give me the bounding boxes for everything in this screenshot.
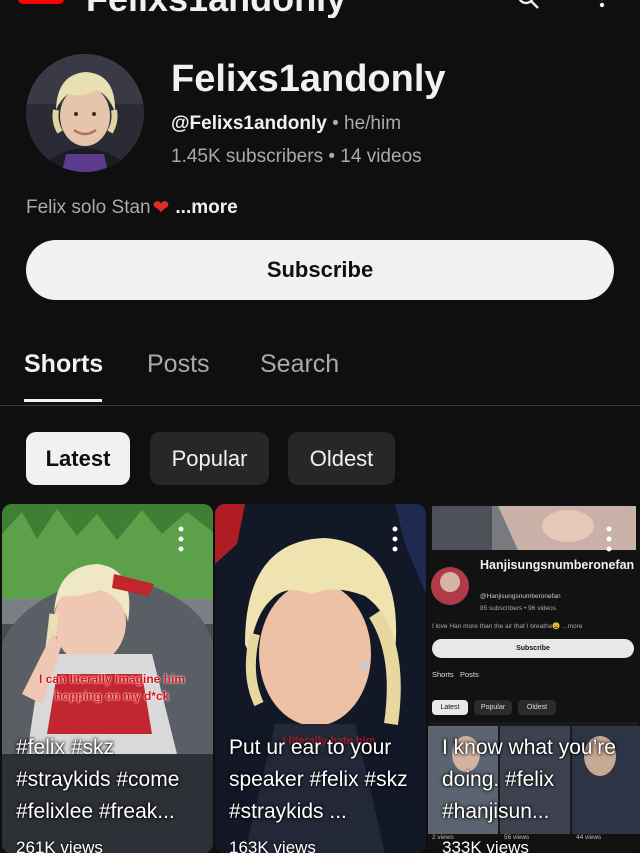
app-bar-title: Felixs1andonly (86, 0, 346, 18)
tab-search[interactable]: Search (260, 350, 339, 379)
channel-avatar[interactable] (26, 54, 144, 172)
subscriber-count: 1.45K subscribers (171, 146, 324, 167)
more-options-icon[interactable] (606, 526, 612, 552)
search-icon[interactable] (516, 0, 540, 10)
embedded-channel-stats: 85 subscribers • 96 videos (480, 605, 556, 612)
video-overlay-text: I can literally imagine him hopping on m… (38, 672, 186, 703)
short-views: 163K views (229, 838, 316, 853)
short-card[interactable]: Hanjisungsnumberonefan @Hanjisungsnumber… (428, 504, 640, 853)
short-views: 333K views (442, 838, 529, 853)
short-title: I know what you’re doing. #felix #hanjis… (442, 736, 616, 823)
youtube-logo-icon[interactable] (18, 0, 64, 4)
embedded-views: 44 views (576, 834, 602, 841)
short-card[interactable]: I literally hate him Put ur ear to your … (215, 504, 426, 853)
more-options-icon[interactable] (590, 0, 614, 10)
subscribe-button[interactable]: Subscribe (26, 240, 614, 300)
channel-pronouns: he/him (344, 113, 402, 134)
top-app-bar: Felixs1andonly (0, 0, 640, 18)
channel-handle: @Felixs1andonly (171, 113, 327, 134)
more-link[interactable]: ...more (175, 197, 237, 219)
video-count: 14 videos (340, 146, 422, 167)
short-views: 261K views (16, 838, 103, 853)
embedded-channel-bio: I love Han more than the air that I brea… (432, 623, 583, 630)
separator-dot: • (332, 113, 339, 134)
selected-tab-indicator (24, 399, 102, 402)
short-card[interactable]: I can literally imagine him hopping on m… (2, 504, 213, 853)
short-title: #felix #skz #straykids #come #felixlee #… (16, 736, 180, 823)
chip-oldest[interactable]: Oldest (288, 432, 395, 485)
channel-description[interactable]: Felix solo Stan ❤ ...more (26, 195, 238, 220)
channel-handle-line: @Felixs1andonly • he/him (171, 113, 401, 135)
heart-icon: ❤ (152, 197, 170, 219)
channel-stats: 1.45K subscribers • 14 videos (171, 146, 422, 168)
tab-shorts[interactable]: Shorts (24, 350, 103, 379)
more-options-icon[interactable] (178, 526, 184, 552)
more-options-icon[interactable] (392, 526, 398, 552)
embedded-tab-shorts: Shorts (432, 670, 454, 679)
embedded-chip-popular: Popular (474, 700, 512, 715)
tabs-divider (0, 405, 640, 406)
embedded-channel-handle: @Hanjisungsnumberonefan (480, 593, 561, 600)
embedded-chip-latest: Latest (432, 700, 468, 715)
embedded-subscribe-button: Subscribe (432, 639, 634, 658)
channel-name: Felixs1andonly (171, 58, 446, 100)
chip-latest[interactable]: Latest (26, 432, 130, 485)
tab-posts[interactable]: Posts (147, 350, 210, 379)
channel-bio: Felix solo Stan (26, 196, 151, 218)
embedded-channel-name: Hanjisungsnumberonefan (480, 558, 635, 572)
embedded-tab-posts: Posts (460, 670, 479, 679)
embedded-chip-oldest: Oldest (518, 700, 556, 715)
separator-dot: • (328, 146, 336, 167)
short-title: Put ur ear to your speaker #felix #skz #… (229, 736, 408, 823)
chip-popular[interactable]: Popular (150, 432, 269, 485)
